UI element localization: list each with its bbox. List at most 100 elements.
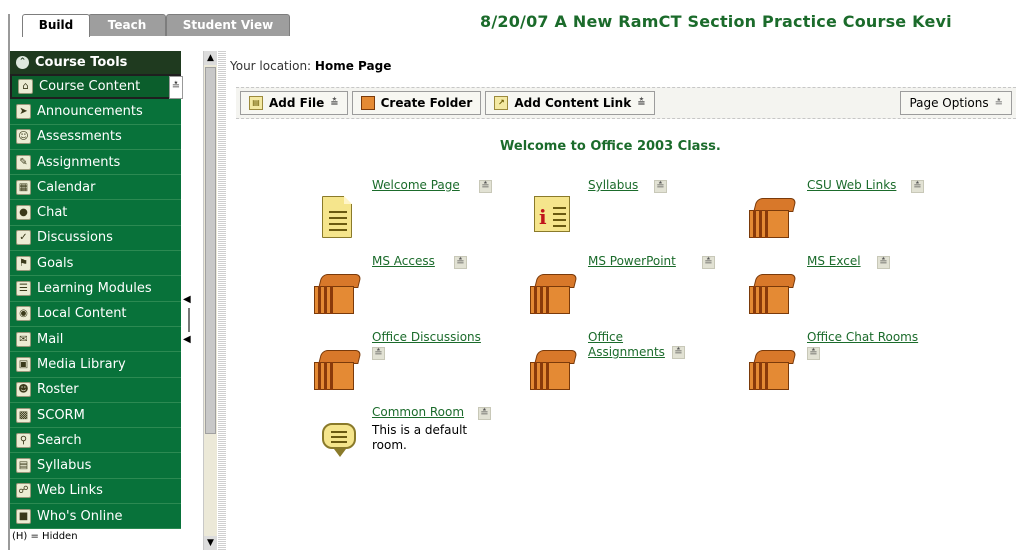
content-link[interactable]: MS PowerPoint [588,254,676,268]
nav-item-mail[interactable]: ✉ Mail [10,326,181,353]
nav-item-chat[interactable]: ● Chat [10,200,181,226]
nav-item-label: Who's Online [37,508,123,524]
content-link[interactable]: Welcome Page [372,178,460,192]
nav-item-whos-online[interactable]: ■ Who's Online [10,504,181,530]
scroll-thumb[interactable] [205,67,216,434]
content-link[interactable]: Office Discussions [372,330,481,344]
folder-icon[interactable] [749,344,799,392]
whos-online-icon: ■ [16,508,31,524]
nav-item-label: Calendar [37,179,96,195]
course-tools-nav: ⌃ Course Tools ⌂ Course Content ≛ ➤ Anno… [10,51,183,550]
content-link[interactable]: Office Chat Rooms [807,330,918,344]
assessment-icon: ☺ [16,129,31,145]
folder-icon[interactable] [530,344,580,392]
nav-item-label: Assignments [37,154,121,170]
breadcrumb: Your location: Home Page [230,59,391,73]
dropdown-icon: ≛ [994,97,1003,109]
content-link[interactable]: Common Room [372,405,464,419]
nav-item-search[interactable]: ⚲ Search [10,428,181,454]
chat-icon: ● [16,205,31,221]
item-menu-icon[interactable]: ≛ [672,346,685,359]
nav-item-label: Learning Modules [37,281,152,297]
goals-icon: ⚑ [16,255,31,271]
syllabus-icon: ▤ [16,458,31,474]
tab-student-view[interactable]: Student View [166,14,290,36]
add-file-button[interactable]: ▤ Add File ≛ [240,91,348,115]
content-area: Your location: Home Page ▤ Add File ≛ Cr… [218,51,1036,550]
nav-item-assessments[interactable]: ☺ Assessments [10,124,181,150]
nav-item-media-library[interactable]: ▣ Media Library [10,352,181,378]
item-menu-icon[interactable]: ≛ [807,347,820,360]
item-menu-icon[interactable]: ≛ [454,256,467,269]
web-links-icon: ☍ [16,483,31,499]
create-folder-label: Create Folder [380,96,473,110]
file-icon: ▤ [249,96,263,110]
calendar-icon: ▦ [16,179,31,195]
folder-icon[interactable] [530,268,580,316]
dropdown-icon: ≛ [330,97,339,109]
nav-item-local-content[interactable]: ◉ Local Content [10,301,181,327]
document-icon[interactable] [314,192,364,240]
roster-icon: ☻ [16,382,31,398]
item-menu-icon[interactable]: ≛ [911,180,924,193]
content-link[interactable]: Office Assignments [588,330,678,360]
nav-item-announcements[interactable]: ➤ Announcements [10,99,181,125]
nav-item-calendar[interactable]: ▦ Calendar [10,175,181,201]
modules-icon: ☰ [16,281,31,297]
folder-icon[interactable] [314,344,364,392]
nav-header[interactable]: ⌃ Course Tools [10,51,181,74]
item-menu-icon[interactable]: ≛ [478,407,491,420]
item-menu-icon[interactable]: ≛ [479,180,492,193]
content-link[interactable]: Syllabus [588,178,638,192]
local-content-icon: ◉ [16,306,31,322]
nav-item-web-links[interactable]: ☍ Web Links [10,478,181,505]
assignment-icon: ✎ [16,154,31,170]
nav-item-learning-modules[interactable]: ☰ Learning Modules [10,276,181,302]
nav-footer: (H) = Hidden [10,529,181,546]
nav-item-label: Search [37,432,82,448]
add-file-label: Add File [269,96,325,110]
nav-item-discussions[interactable]: ✓ Discussions [10,225,181,252]
top-bar: Build Teach Student View 8/20/07 A New R… [0,0,1036,37]
mail-icon: ✉ [16,331,31,347]
discussion-icon: ✓ [16,230,31,246]
tab-build[interactable]: Build [22,14,90,37]
nav-item-assignments[interactable]: ✎ Assignments [10,149,181,176]
nav-item-label: Web Links [37,483,103,499]
expand-icon[interactable]: ≛ [169,76,183,99]
content-link[interactable]: MS Access [372,254,435,268]
item-menu-icon[interactable]: ≛ [702,256,715,269]
item-menu-icon[interactable]: ≛ [877,256,890,269]
nav-item-label: Announcements [37,103,143,119]
nav-item-course-content[interactable]: ⌂ Course Content ≛ [10,74,183,100]
arrow-left-icon: ◀ [183,334,191,345]
nav-item-scorm[interactable]: ▩ SCORM [10,402,181,429]
scroll-up-icon[interactable]: ▲ [204,51,217,65]
search-icon: ⚲ [16,432,31,448]
nav-item-label: Course Content [39,79,141,95]
collapse-icon[interactable]: ⌃ [16,56,29,69]
media-library-icon: ▣ [16,356,31,372]
folder-icon[interactable] [749,268,799,316]
nav-item-label: Local Content [37,306,127,322]
nav-item-syllabus[interactable]: ▤ Syllabus [10,453,181,479]
nav-scrollbar[interactable]: ▲ ▼ [203,51,217,550]
nav-item-label: SCORM [37,407,85,423]
nav-item-goals[interactable]: ⚑ Goals [10,251,181,277]
folder-icon[interactable] [749,192,799,240]
syllabus-icon[interactable]: i [530,192,580,240]
page-options-button[interactable]: Page Options ≛ [900,91,1012,115]
content-link[interactable]: CSU Web Links [807,178,896,192]
add-content-link-button[interactable]: ↗ Add Content Link ≛ [485,91,655,115]
collapse-splitter[interactable]: ◀ ◀ [183,290,197,350]
chat-room-icon[interactable] [314,419,364,467]
page-options-label: Page Options [909,96,989,110]
item-menu-icon[interactable]: ≛ [654,180,667,193]
content-link[interactable]: MS Excel [807,254,861,268]
folder-icon[interactable] [314,268,364,316]
nav-item-roster[interactable]: ☻ Roster [10,377,181,403]
scroll-down-icon[interactable]: ▼ [204,536,217,550]
tab-teach[interactable]: Teach [88,14,166,36]
create-folder-button[interactable]: Create Folder [351,91,482,115]
item-menu-icon[interactable]: ≛ [372,347,385,360]
